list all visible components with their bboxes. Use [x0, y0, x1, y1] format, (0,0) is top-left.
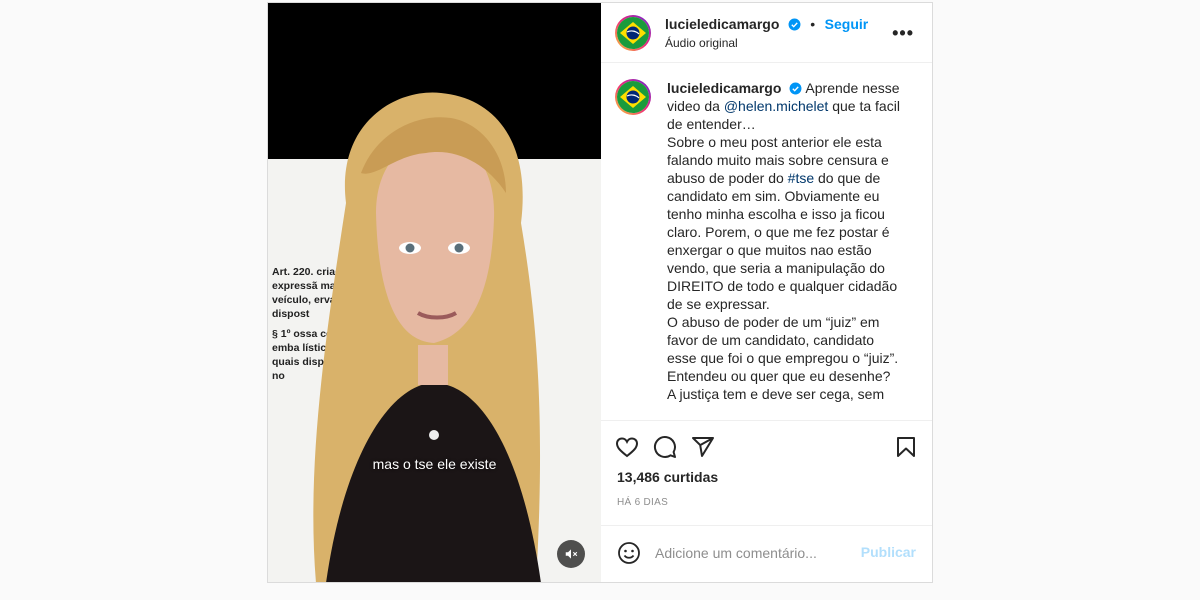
follow-button[interactable]: Seguir — [825, 16, 869, 32]
video-subtitle: mas o tse ele existe — [372, 456, 497, 472]
publish-button[interactable]: Publicar — [861, 544, 916, 560]
caption-paragraph-end: do que de candidato em sim. Obviamente e… — [667, 170, 898, 312]
post-date[interactable]: HÁ 6 DIAS — [601, 497, 932, 508]
audio-label[interactable]: Áudio original — [665, 36, 868, 50]
caption-text: lucieledicamargo Aprende nesse video da … — [667, 79, 905, 420]
heart-icon — [615, 437, 639, 458]
verified-badge-icon — [788, 18, 801, 30]
caption-paragraph: O abuso de poder de um “juiz” em favor d… — [667, 314, 899, 384]
bookmark-icon — [897, 437, 915, 457]
mention-link[interactable]: @helen.michelet — [724, 98, 829, 114]
post-sidebar: lucieledicamargo • Seguir Áudio original… — [601, 3, 932, 582]
share-icon — [692, 437, 714, 457]
caption-paragraph: A justiça tem e deve ser cega, sem — [667, 386, 885, 402]
emoji-button[interactable] — [617, 541, 641, 565]
post-username[interactable]: lucieledicamargo — [665, 16, 779, 32]
caption-section: lucieledicamargo Aprende nesse video da … — [601, 63, 932, 421]
share-button[interactable] — [691, 435, 715, 459]
comment-button[interactable] — [653, 435, 677, 459]
comment-icon — [654, 436, 676, 458]
video-player[interactable]: Art. 220. criação, a expressã ma, proces… — [268, 3, 601, 582]
avatar[interactable] — [615, 79, 651, 115]
more-options-icon[interactable]: ••• — [892, 23, 914, 44]
brazil-flag-icon — [617, 81, 649, 113]
action-bar — [601, 421, 932, 473]
avatar[interactable] — [615, 14, 651, 51]
post-header: lucieledicamargo • Seguir Áudio original… — [601, 3, 932, 63]
mute-button[interactable] — [557, 540, 585, 568]
brazil-flag-icon — [617, 16, 649, 49]
muted-audio-icon — [565, 549, 578, 559]
instagram-post: Art. 220. criação, a expressã ma, proces… — [267, 2, 933, 583]
verified-badge-icon — [789, 82, 802, 95]
save-button[interactable] — [894, 435, 918, 464]
emoji-icon — [618, 542, 640, 564]
separator-dot: • — [810, 15, 816, 32]
hashtag-link[interactable]: #tse — [788, 170, 814, 186]
comment-form: Adicione um comentário... Publicar — [601, 525, 932, 580]
video-person-figure — [313, 92, 541, 582]
like-button[interactable] — [615, 435, 639, 459]
caption-username[interactable]: lucieledicamargo — [667, 80, 781, 96]
comment-input[interactable]: Adicione um comentário... — [655, 545, 817, 561]
